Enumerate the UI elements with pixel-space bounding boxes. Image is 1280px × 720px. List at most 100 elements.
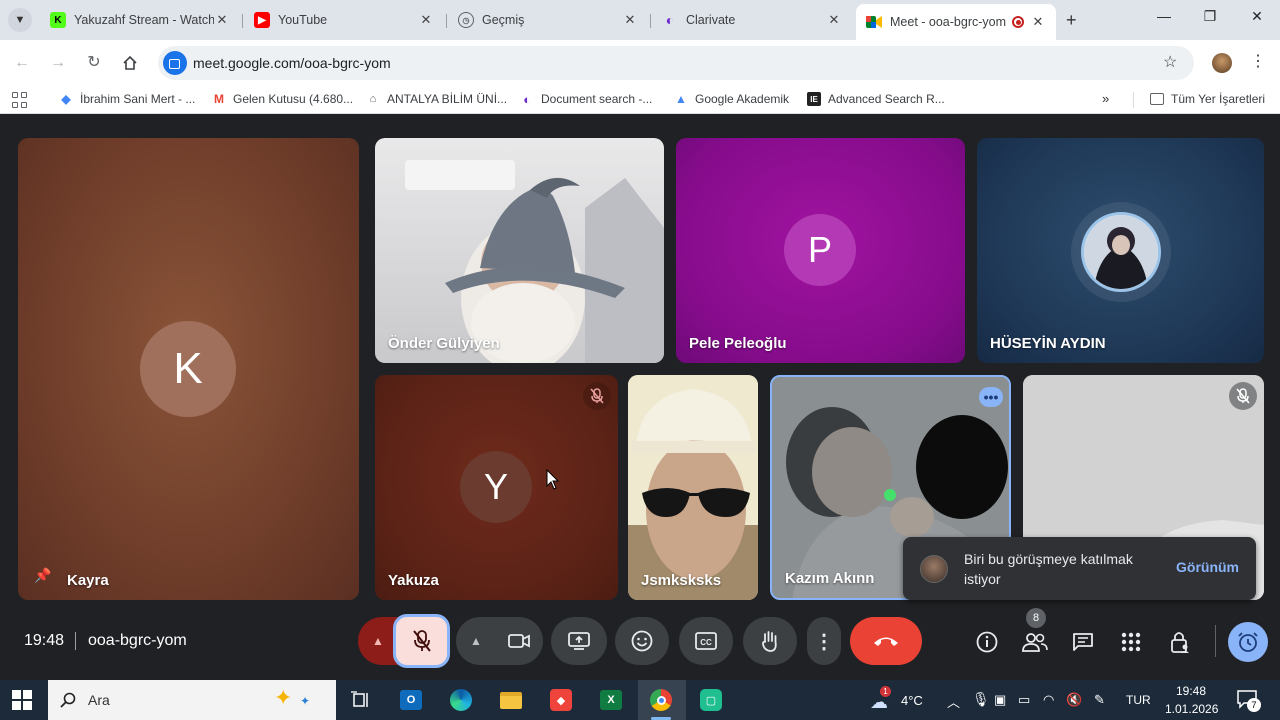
bookmark-gmail[interactable]: M Gelen Kutusu (4.680... xyxy=(212,92,353,106)
bookmark-label: Advanced Search R... xyxy=(828,92,945,106)
edge-app[interactable] xyxy=(446,686,476,714)
speaker-muted-icon[interactable]: 🔇 xyxy=(1066,692,1082,708)
mic-off-icon xyxy=(412,630,431,652)
view-request-button[interactable]: Görünüm xyxy=(1176,559,1239,575)
close-icon[interactable]: ✕ xyxy=(622,12,638,28)
windows-taskbar: Ara ✦ ✦ O ◆ X ▢ ☁ 1 4°C ︿ 🎙 ▣ ▭ ◠ 🔇 ✎ TU… xyxy=(0,680,1280,720)
tab-yakuzahf[interactable]: K Yakuzahf Stream - Watch ✕ xyxy=(40,6,240,34)
activities-button[interactable] xyxy=(1111,622,1151,662)
more-options-icon[interactable]: ••• xyxy=(979,387,1003,407)
host-controls-button[interactable] xyxy=(1160,622,1200,662)
people-button[interactable]: 8 xyxy=(1015,608,1055,662)
participant-name: Jsmksksks xyxy=(641,572,722,589)
tab-youtube[interactable]: ▶ YouTube ✕ xyxy=(244,6,444,34)
chat-app[interactable]: ▢ xyxy=(696,686,726,714)
close-icon[interactable]: ✕ xyxy=(418,12,434,28)
tab-title: Clarivate xyxy=(686,13,736,27)
bookmark-document-search[interactable]: ◐ Document search -... xyxy=(520,91,653,107)
bookmark-ibrahim[interactable]: ◆ İbrahim Sani Mert - ... xyxy=(59,92,195,106)
pen-icon[interactable]: ✎ xyxy=(1094,692,1105,708)
outlook-app[interactable]: O xyxy=(396,686,426,714)
close-icon[interactable]: ✕ xyxy=(826,12,842,28)
bookmark-advanced-search[interactable]: IE Advanced Search R... xyxy=(807,92,945,106)
address-bar[interactable]: meet.google.com/ooa-bgrc-yom xyxy=(158,46,1194,80)
timer-button[interactable] xyxy=(1228,622,1268,662)
mic-options-chevron-icon[interactable]: ▲ xyxy=(358,634,398,648)
requester-avatar xyxy=(920,555,948,583)
close-icon[interactable]: ✕ xyxy=(1030,14,1046,30)
notification-count-badge: 7 xyxy=(1247,698,1261,712)
clarivate-icon: ◐ xyxy=(523,91,531,107)
camera-button[interactable] xyxy=(496,633,542,649)
tab-meet[interactable]: Meet - ooa-bgrc-yom ✕ xyxy=(856,4,1056,40)
bookmark-label: Document search -... xyxy=(541,92,653,106)
people-icon xyxy=(1022,633,1048,652)
input-language[interactable]: TUR xyxy=(1126,693,1151,707)
chevron-up-icon[interactable]: ︿ xyxy=(947,692,960,711)
reload-button[interactable]: ↻ xyxy=(83,52,105,74)
participant-name: HÜSEYİN AYDIN xyxy=(990,335,1106,352)
chrome-app[interactable] xyxy=(646,686,676,714)
bookmark-star-icon[interactable]: ☆ xyxy=(1163,52,1177,72)
anydesk-app[interactable]: ◆ xyxy=(546,686,576,714)
edge-icon xyxy=(450,689,472,711)
search-highlight-icon: ✦ xyxy=(274,685,293,710)
home-button[interactable] xyxy=(119,52,141,74)
raise-hand-button[interactable] xyxy=(743,617,797,665)
camera-options-chevron-icon[interactable]: ▲ xyxy=(456,634,496,648)
recording-icon xyxy=(1012,16,1024,28)
meeting-details-button[interactable] xyxy=(967,622,1007,662)
participant-tile-huseyin[interactable]: HÜSEYİN AYDIN xyxy=(977,138,1264,363)
leave-call-button[interactable] xyxy=(850,617,922,665)
participant-tile-kayra[interactable]: K 📌 Kayra xyxy=(18,138,359,600)
apps-grid-icon[interactable] xyxy=(12,92,28,108)
battery-icon[interactable]: ▭ xyxy=(1018,692,1030,708)
video-camera-icon xyxy=(508,634,530,648)
tab-history[interactable]: ◷ Geçmiş ✕ xyxy=(448,6,648,34)
tab-search-button[interactable]: ▼ xyxy=(8,8,32,32)
excel-app[interactable]: X xyxy=(596,686,626,714)
bookmark-antalya[interactable]: ⌂ ANTALYA BİLİM ÜNİ... xyxy=(366,92,507,106)
clock-date[interactable]: 1.01.2026 xyxy=(1165,702,1218,716)
wifi-icon[interactable]: ◠ xyxy=(1043,692,1054,708)
close-icon[interactable]: ✕ xyxy=(214,12,230,28)
reactions-button[interactable] xyxy=(615,617,669,665)
camera-control-group: ▲ xyxy=(456,617,543,665)
more-options-button[interactable]: ⋮ xyxy=(807,617,841,665)
profile-avatar[interactable] xyxy=(1212,53,1232,73)
browser-menu-button[interactable]: ⋮ xyxy=(1250,51,1266,71)
search-icon xyxy=(60,692,76,708)
tab-clarivate[interactable]: ◐ Clarivate ✕ xyxy=(652,6,852,34)
minimize-button[interactable]: — xyxy=(1152,8,1176,24)
meet-icon xyxy=(866,14,882,30)
windows-start-button[interactable] xyxy=(12,690,32,715)
participant-tile-onder[interactable]: Önder Gülyiyen xyxy=(375,138,664,363)
svg-text:CC: CC xyxy=(700,638,712,647)
site-info-icon[interactable] xyxy=(163,51,187,75)
participant-tile-yakuza[interactable]: Y Yakuza xyxy=(375,375,618,600)
microphone-button[interactable] xyxy=(393,614,450,668)
more-bookmarks-icon[interactable]: » xyxy=(1102,91,1109,106)
kick-icon: K xyxy=(50,12,66,28)
present-screen-button[interactable] xyxy=(551,617,607,665)
participant-tile-jsmksksks[interactable]: Jsmksksks xyxy=(628,375,758,600)
close-window-button[interactable]: ✕ xyxy=(1245,8,1269,25)
participant-video xyxy=(405,160,664,363)
task-view-button[interactable] xyxy=(346,686,376,714)
all-bookmarks-folder[interactable]: Tüm Yer İşaretleri xyxy=(1150,92,1265,106)
restore-button[interactable]: ❐ xyxy=(1198,8,1222,25)
participant-tile-pele[interactable]: P Pele Peleoğlu xyxy=(676,138,965,363)
taskbar-search-box[interactable]: Ara ✦ ✦ xyxy=(48,680,336,720)
file-explorer-app[interactable] xyxy=(496,686,526,714)
chat-button[interactable] xyxy=(1063,622,1103,662)
new-tab-button[interactable]: + xyxy=(1066,10,1077,31)
controls-divider xyxy=(1215,625,1216,657)
forward-button[interactable]: → xyxy=(47,52,69,74)
url-text[interactable]: meet.google.com/ooa-bgrc-yom xyxy=(193,55,391,71)
bookmark-label: Tüm Yer İşaretleri xyxy=(1171,92,1266,106)
notification-center-button[interactable]: 7 xyxy=(1236,689,1261,714)
captions-button[interactable]: CC xyxy=(679,617,733,665)
bookmark-scholar[interactable]: ▲ Google Akademik xyxy=(674,92,789,106)
back-button[interactable]: ← xyxy=(11,52,33,74)
clock-time[interactable]: 19:48 xyxy=(1176,684,1206,698)
